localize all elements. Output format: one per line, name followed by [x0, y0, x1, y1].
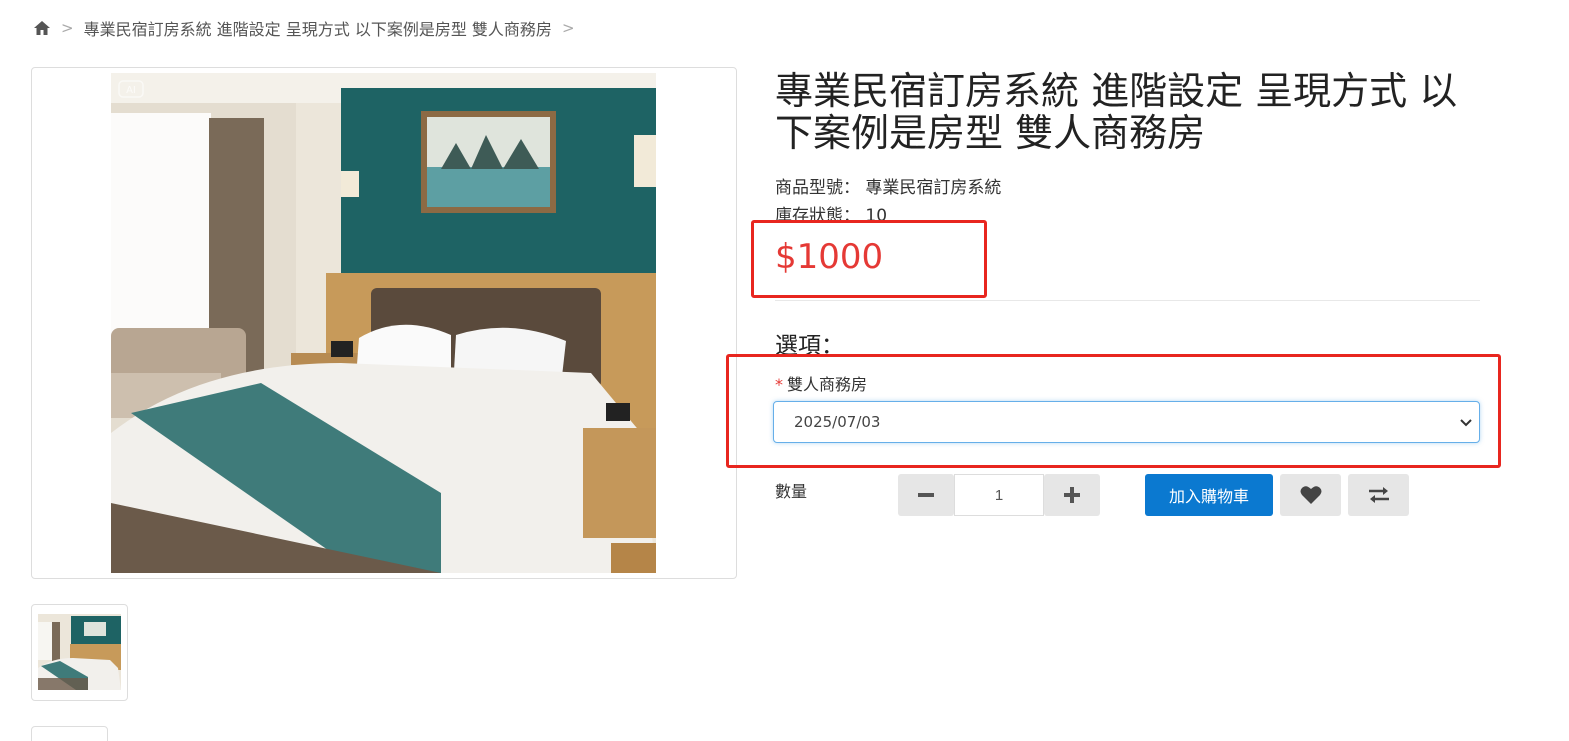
- quantity-increase-button[interactable]: [1044, 474, 1100, 516]
- minus-icon: [918, 493, 934, 497]
- quantity-decrease-button[interactable]: [898, 474, 954, 516]
- product-main-image[interactable]: AI: [31, 67, 737, 579]
- ai-badge: AI: [126, 85, 136, 96]
- thumbnail-photo: [38, 614, 121, 690]
- option-highlight-box: [726, 354, 1501, 468]
- compare-arrows-icon: [1368, 487, 1389, 503]
- quantity-label: 數量: [775, 482, 808, 501]
- product-title: 專業民宿訂房系統 進階設定 呈現方式 以下案例是房型 雙人商務房: [775, 69, 1458, 155]
- divider: [775, 300, 1480, 301]
- breadcrumb-separator: >: [561, 19, 575, 37]
- breadcrumb-separator: >: [61, 19, 74, 37]
- quantity-input[interactable]: [954, 474, 1044, 516]
- compare-button[interactable]: [1348, 474, 1409, 516]
- breadcrumb-item-product[interactable]: 專業民宿訂房系統 進階設定 呈現方式 以下案例是房型 雙人商務房: [84, 16, 552, 40]
- hotel-room-photo: AI: [111, 73, 656, 573]
- home-icon[interactable]: [33, 19, 51, 37]
- plus-icon: [1064, 487, 1080, 503]
- model-value: 專業民宿訂房系統: [865, 178, 1002, 198]
- heart-icon: [1300, 486, 1321, 504]
- product-thumbnail-2[interactable]: [31, 726, 108, 741]
- product-model: 商品型號： 專業民宿訂房系統: [775, 173, 1001, 198]
- model-label: 商品型號：: [775, 178, 860, 198]
- product-thumbnail[interactable]: [31, 604, 128, 701]
- breadcrumb: > 專業民宿訂房系統 進階設定 呈現方式 以下案例是房型 雙人商務房 >: [33, 16, 585, 40]
- add-to-cart-button[interactable]: 加入購物車: [1145, 474, 1273, 516]
- add-to-wishlist-button[interactable]: [1280, 474, 1341, 516]
- price-highlight-box: [751, 220, 987, 298]
